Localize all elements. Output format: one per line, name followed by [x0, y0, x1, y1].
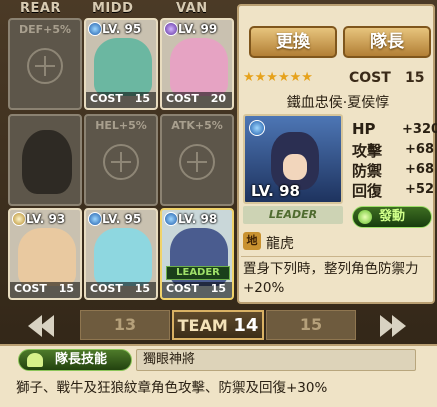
add-plus-icon [27, 48, 63, 84]
leader-tag: LEADER [166, 266, 230, 280]
slot-vanguard-middle[interactable]: ATK+5% [160, 114, 234, 206]
character-level: LV. 99 [178, 22, 218, 36]
stat-label-recovery: 回復 [352, 182, 383, 200]
character-thumbnail [94, 38, 152, 96]
divider [241, 256, 431, 257]
rarity-stars: ★★★★★★ [243, 70, 313, 85]
column-header-vanguard: VAN [176, 1, 208, 16]
cost-bar: COST 20 [162, 92, 232, 108]
activate-label: 發動 [379, 209, 406, 224]
add-plus-icon [179, 144, 215, 180]
portrait-level: LV. 98 [251, 182, 300, 200]
leader-indicator: LEADER [243, 206, 343, 224]
skill-name: 龍虎 [266, 236, 294, 252]
character-thumbnail [94, 228, 152, 286]
stat-label-attack: 攻擊 [352, 142, 383, 160]
team-formation-screen: REAR MIDD VAN DEF+5% LV. 95 COST 15 LV. 9… [0, 0, 437, 407]
cost-value: 15 [210, 282, 226, 295]
cost-value: 15 [134, 92, 150, 105]
cost-value: 20 [210, 92, 226, 105]
activate-icon [358, 210, 372, 224]
character-name: 鐵血忠侯·夏侯惇 [286, 95, 390, 111]
team-tile-previous[interactable]: 13 [80, 310, 170, 340]
team-prefix: TEAM [177, 316, 228, 335]
slot-bonus: HEL+5% [95, 119, 147, 132]
team-number: 14 [233, 315, 259, 336]
crown-icon [27, 353, 43, 367]
water-attribute-icon [164, 212, 178, 226]
cost-label: COST [166, 92, 199, 105]
leader-skill-description: 獅子、戰牛及狂狼紋章角色攻擊、防禦及回復+30% [16, 380, 328, 396]
cost-label: COST [90, 92, 123, 105]
stat-value-recovery: +52 [405, 182, 434, 197]
team-tile-next[interactable]: 15 [266, 310, 356, 340]
stat-value-attack: +68 [405, 142, 434, 157]
cost-label: COST [14, 282, 47, 295]
slot-bonus: ATK+5% [171, 119, 223, 132]
cost-bar: COST 15 [86, 92, 156, 108]
character-thumbnail [170, 38, 228, 96]
cost-bar: COST 15 [162, 282, 232, 298]
cost-label: COST [166, 282, 199, 295]
stat-value-defense: +68 [405, 162, 434, 177]
slot-middle-top[interactable]: LV. 95 COST 15 [84, 18, 158, 110]
character-portrait: LV. 98 [243, 114, 343, 204]
leader-skill-name: 獨眼神將 [136, 349, 416, 371]
slot-vanguard-bottom-selected[interactable]: LV. 98 LEADER COST 15 [160, 208, 234, 300]
slot-rear-middle[interactable] [8, 114, 82, 206]
slot-rear-bottom[interactable]: LV. 93 COST 15 [8, 208, 82, 300]
water-attribute-icon [249, 120, 265, 136]
cost-bar: COST 15 [10, 282, 80, 298]
slot-middle-middle[interactable]: HEL+5% [84, 114, 158, 206]
character-level: LV. 95 [102, 22, 142, 36]
slot-middle-bottom[interactable]: LV. 95 COST 15 [84, 208, 158, 300]
activate-skill-button[interactable]: 發動 [352, 206, 432, 228]
chevron-left-icon [40, 315, 54, 337]
chevron-right-icon [392, 315, 406, 337]
light-attribute-icon [12, 212, 26, 226]
leader-skill-badge: 隊長技能 [18, 349, 132, 371]
set-leader-button[interactable]: 隊長 [343, 26, 431, 58]
locked-character-silhouette [22, 130, 72, 194]
next-team-arrow[interactable] [376, 313, 412, 339]
water-attribute-icon [88, 22, 102, 36]
column-header-rear: REAR [20, 1, 61, 16]
earth-skill-icon: 地 [243, 232, 261, 250]
slot-bonus: DEF+5% [18, 23, 72, 36]
cost-label: COST [90, 282, 123, 295]
column-header-middle: MIDD [92, 1, 134, 16]
water-attribute-icon [88, 212, 102, 226]
character-level: LV. 93 [26, 212, 66, 226]
character-level: LV. 98 [178, 212, 218, 226]
slot-rear-top[interactable]: DEF+5% [8, 18, 82, 110]
cost-value: 15 [405, 70, 425, 86]
dark-attribute-icon [164, 22, 178, 36]
previous-team-arrow[interactable] [24, 313, 60, 339]
stat-value-hp: +320 [402, 122, 437, 137]
cost-value: 15 [58, 282, 74, 295]
stat-label-hp: HP [352, 120, 376, 138]
swap-button[interactable]: 更換 [249, 26, 337, 58]
stat-label-defense: 防禦 [352, 162, 383, 180]
add-plus-icon [103, 144, 139, 180]
cost-value: 15 [134, 282, 150, 295]
cost-bar: COST 15 [86, 282, 156, 298]
character-thumbnail [18, 228, 76, 286]
character-level: LV. 95 [102, 212, 142, 226]
team-tile-current[interactable]: TEAM 14 [172, 310, 264, 340]
leader-skill-title: 隊長技能 [55, 352, 108, 367]
cost-label: COST [349, 70, 391, 86]
team-pager: 13 TEAM 14 15 [0, 310, 437, 342]
skill-description: 置身下列時，整列角色防禦力+20% [243, 261, 419, 296]
slot-vanguard-top[interactable]: LV. 99 COST 20 [160, 18, 234, 110]
